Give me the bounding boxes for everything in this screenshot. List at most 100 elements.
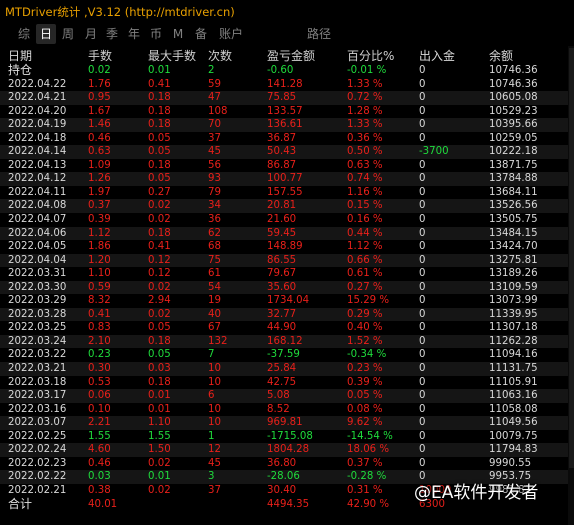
tab-monthly[interactable]: 月 <box>81 24 101 44</box>
row-profit: 133.57 <box>267 105 303 117</box>
row-max-lots: 0.18 <box>148 105 171 117</box>
position-label: 持仓 <box>8 63 33 77</box>
row-percent: 0.29 % <box>347 308 383 320</box>
row-lots: 0.39 <box>88 214 111 226</box>
scrollbar-thumb[interactable] <box>569 48 574 468</box>
row-count: 45 <box>208 146 221 158</box>
tab-yearly[interactable]: 年 <box>124 24 144 44</box>
position-row[interactable]: 持仓 0.02 0.01 2 -0.60 -0.01 % 0 10746.36 <box>0 63 574 78</box>
table-row[interactable]: 2022.03.21 0.30 0.03 10 25.84 0.23 % 0 11131.75 <box>0 362 574 376</box>
row-deposit: -3700 <box>419 146 449 158</box>
row-percent: 0.23 % <box>347 363 383 375</box>
table-row[interactable]: 2022.03.29 8.32 2.94 19 1734.04 15.29 % 0 13073… <box>0 294 574 308</box>
row-date: 2022.04.22 <box>8 78 67 90</box>
table-row[interactable]: 2022.04.13 1.09 0.18 56 86.87 0.63 % 0 13871.75 <box>0 159 574 173</box>
table-row[interactable]: 2022.03.22 0.23 0.05 7 -37.59 -0.34 % 0 11094.1… <box>0 348 574 362</box>
row-percent: 0.63 % <box>347 159 383 171</box>
column-header-lots[interactable]: 手数 <box>88 48 112 64</box>
row-balance: 13424.70 <box>489 241 538 253</box>
row-date: 2022.04.19 <box>8 119 67 131</box>
row-lots: 0.63 <box>88 146 111 158</box>
row-date: 2022.03.28 <box>8 308 67 320</box>
row-profit: 21.60 <box>267 214 297 226</box>
period-tab-bar: 综 日 周 月 季 年 币 M 备 账户 路径 <box>0 24 574 44</box>
table-row[interactable]: 2022.03.17 0.06 0.01 6 5.08 0.05 % 0 11063.16 <box>0 389 574 403</box>
table-row[interactable]: 2022.03.25 0.83 0.05 67 44.90 0.40 % 0 11307.18 <box>0 321 574 335</box>
table-row[interactable]: 2022.04.08 0.37 0.02 34 20.81 0.15 % 0 13526.56 <box>0 199 574 214</box>
column-header-deposit[interactable]: 出入金 <box>419 48 455 64</box>
row-max-lots: 0.05 <box>148 146 171 158</box>
row-deposit: 0 <box>419 200 426 212</box>
row-lots: 0.10 <box>88 403 111 415</box>
row-count: 47 <box>208 92 221 104</box>
row-count: 10 <box>208 417 221 429</box>
row-max-lots: 0.02 <box>148 457 171 469</box>
column-header-max-lots[interactable]: 最大手数 <box>148 48 196 64</box>
table-row[interactable]: 2022.04.04 1.20 0.12 75 86.55 0.66 % 0 13275.81 <box>0 253 574 268</box>
row-date: 2022.04.20 <box>8 105 67 117</box>
row-count: 36 <box>208 214 221 226</box>
row-deposit: 0 <box>419 390 426 402</box>
row-profit: 157.55 <box>267 186 303 198</box>
table-row[interactable]: 2022.04.11 1.97 0.27 79 157.55 1.16 % 0 13684.1… <box>0 186 574 200</box>
table-row[interactable]: 2022.04.12 1.26 0.05 93 100.77 0.74 % 0 13784.8… <box>0 172 574 186</box>
tab-weekly[interactable]: 周 <box>58 24 78 44</box>
row-count: 59 <box>208 78 221 90</box>
row-profit: 141.28 <box>267 78 303 90</box>
row-balance: 10079.75 <box>489 430 538 442</box>
table-row[interactable]: 2022.04.19 1.46 0.18 70 136.61 1.33 % 0 10395.6… <box>0 118 574 132</box>
tab-comment[interactable]: 备 <box>191 24 211 44</box>
row-max-lots: 0.18 <box>148 92 171 104</box>
table-row[interactable]: 2022.03.24 2.10 0.18 132 168.12 1.52 % 0 11262.… <box>0 334 574 349</box>
row-lots: 2.10 <box>88 335 111 347</box>
row-date: 2022.02.22 <box>8 471 67 483</box>
row-deposit: 0 <box>419 376 426 388</box>
column-header-profit[interactable]: 盈亏金额 <box>267 48 315 64</box>
table-row[interactable]: 2022.04.07 0.39 0.02 36 21.60 0.16 % 0 13505.75 <box>0 213 574 227</box>
row-profit: -1715.08 <box>267 430 313 442</box>
table-row[interactable]: 2022.03.31 1.10 0.12 61 79.67 0.61 % 0 13189.26 <box>0 267 574 281</box>
row-deposit: 0 <box>419 241 426 253</box>
row-count: 37 <box>208 132 221 144</box>
column-header-date[interactable]: 日期 <box>8 48 32 64</box>
column-header-balance[interactable]: 余额 <box>489 48 513 64</box>
table-row[interactable]: 2022.03.30 0.59 0.02 54 35.60 0.27 % 0 13109.59 <box>0 280 574 295</box>
table-row[interactable]: 2022.02.23 0.46 0.02 45 36.80 0.37 % 0 9990.55 <box>0 457 574 471</box>
table-row[interactable]: 2022.02.24 4.60 1.50 12 1804.28 18.06 % 0 11794… <box>0 443 574 457</box>
row-deposit: 0 <box>419 254 426 266</box>
table-row[interactable]: 2022.03.07 2.21 1.10 10 969.81 9.62 % 0 11049.5… <box>0 416 574 430</box>
table-row[interactable]: 2022.04.20 1.67 0.18 108 133.57 1.28 % 0 10529.… <box>0 105 574 119</box>
row-lots: 0.53 <box>88 376 111 388</box>
table-row[interactable]: 2022.03.28 0.41 0.02 40 32.77 0.29 % 0 11339.95 <box>0 307 574 322</box>
tab-quarterly[interactable]: 季 <box>102 24 122 44</box>
row-deposit: 0 <box>419 119 426 131</box>
row-deposit: 0 <box>419 186 426 198</box>
column-header-percent[interactable]: 百分比% <box>347 48 394 64</box>
table-row[interactable]: 2022.04.21 0.95 0.18 47 75.85 0.72 % 0 10605.08 <box>0 91 574 105</box>
table-row[interactable]: 2022.04.22 1.76 0.41 59 141.28 1.33 % 0 10746.3… <box>0 78 574 92</box>
tab-magic[interactable]: M <box>168 24 188 44</box>
column-header-count[interactable]: 次数 <box>208 48 232 64</box>
tab-daily[interactable]: 日 <box>36 24 56 44</box>
row-balance: 13275.81 <box>489 254 538 266</box>
table-row[interactable]: 2022.04.05 1.86 0.41 68 148.89 1.12 % 0 13424.7… <box>0 240 574 254</box>
row-max-lots: 0.02 <box>148 484 171 496</box>
row-percent: 0.15 % <box>347 200 383 212</box>
row-percent: 15.29 % <box>347 295 390 307</box>
table-row[interactable]: 2022.04.06 1.12 0.18 62 59.45 0.44 % 0 13484.15 <box>0 226 574 241</box>
tab-summary[interactable]: 综 <box>14 24 34 44</box>
daily-stats-table: 日期 手数 最大手数 次数 盈亏金额 百分比% 出入金 余额 持仓 0.02 0… <box>0 48 574 511</box>
row-count: 1 <box>208 430 215 442</box>
tab-path[interactable]: 路径 <box>303 24 335 44</box>
table-row[interactable]: 2022.02.25 1.55 1.55 1 -1715.08 -14.54 % 0 1007… <box>0 430 574 444</box>
table-row[interactable]: 2022.03.16 0.10 0.01 10 8.52 0.08 % 0 11058.08 <box>0 403 574 417</box>
tab-currency[interactable]: 币 <box>146 24 166 44</box>
tab-account[interactable]: 账户 <box>215 24 247 44</box>
row-lots: 1.86 <box>88 241 111 253</box>
row-max-lots: 0.18 <box>148 159 171 171</box>
row-deposit: 0 <box>419 214 426 226</box>
table-row[interactable]: 2022.04.14 0.63 0.05 45 50.43 0.50 % -3700 1022… <box>0 145 574 159</box>
table-row[interactable]: 2022.04.18 0.46 0.05 37 36.87 0.36 % 0 10259.05 <box>0 132 574 146</box>
table-row[interactable]: 2022.03.18 0.53 0.18 10 42.75 0.39 % 0 11105.91 <box>0 376 574 390</box>
row-percent: 0.44 % <box>347 227 383 239</box>
